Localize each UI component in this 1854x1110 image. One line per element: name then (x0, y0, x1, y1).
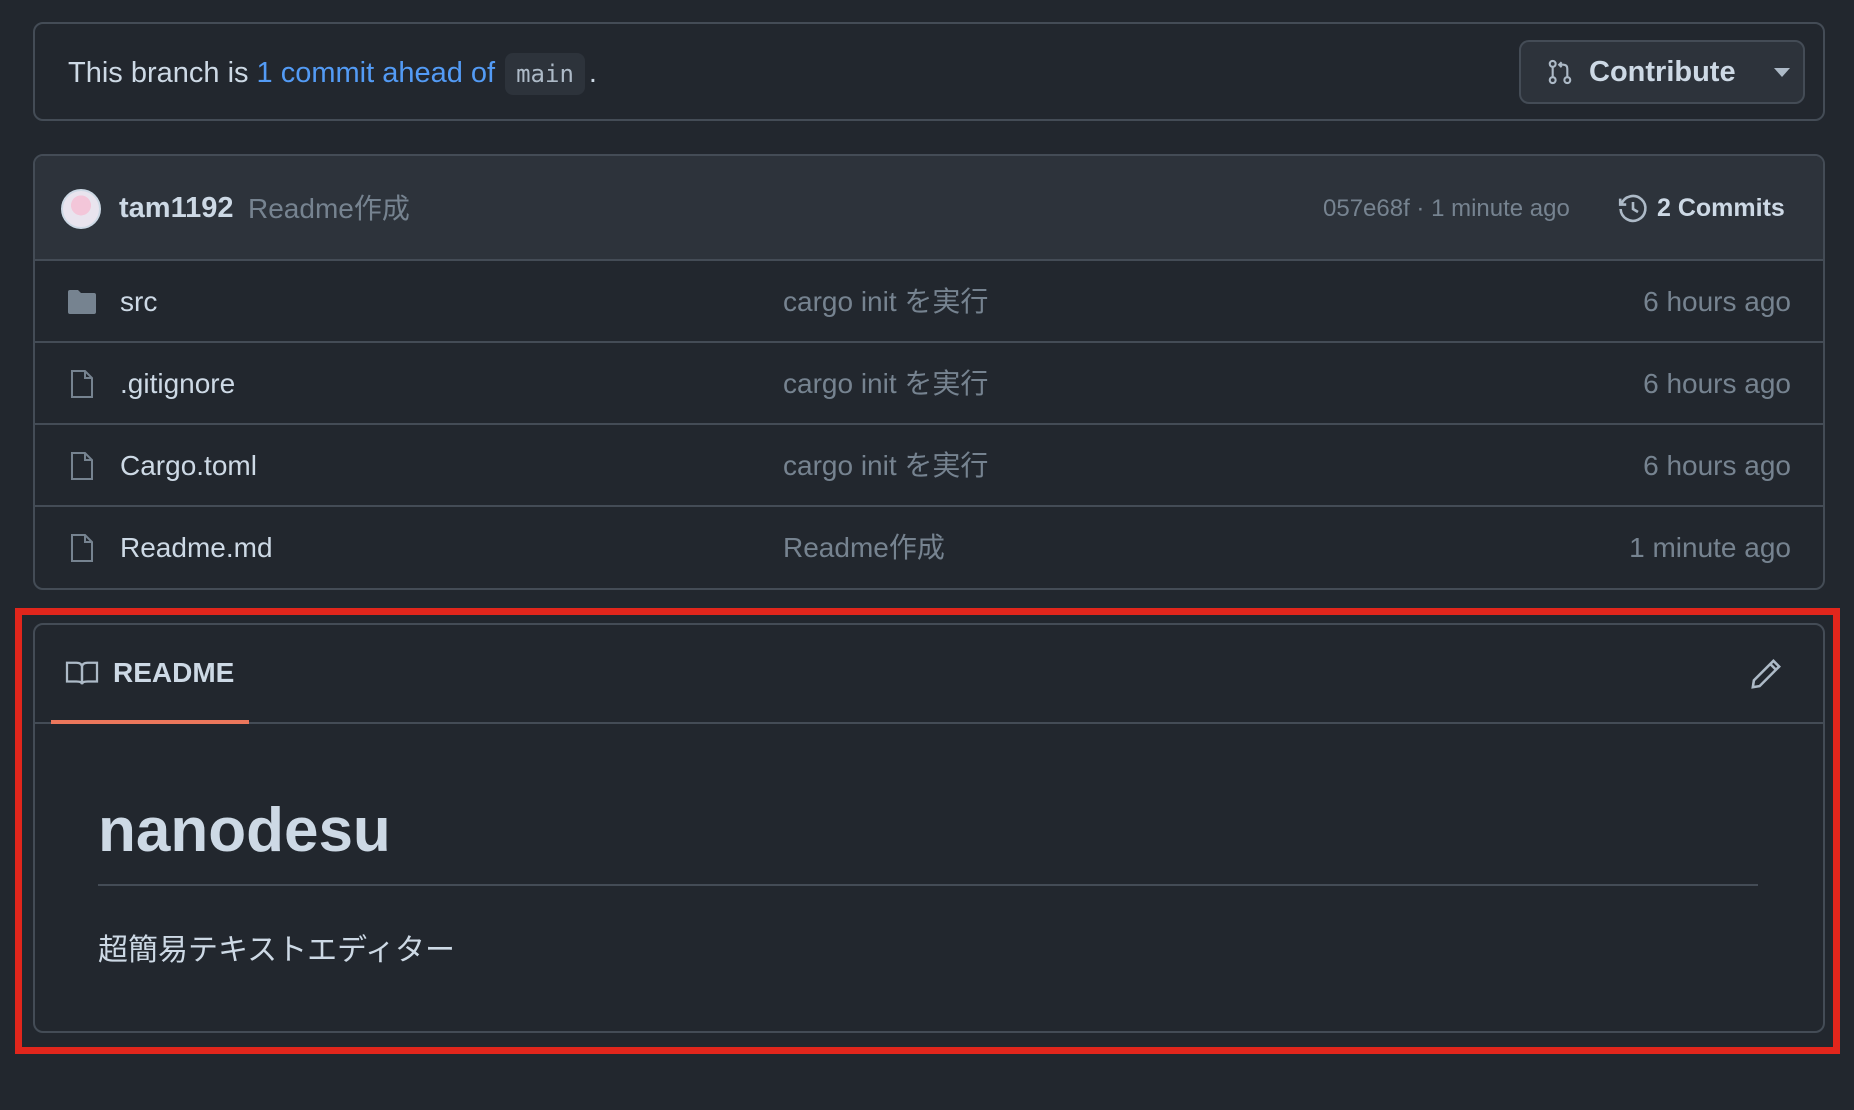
branch-status-prefix: This branch is (68, 57, 249, 89)
file-icon (71, 534, 93, 562)
folder-icon (68, 290, 96, 314)
base-branch-name: main (505, 52, 585, 95)
latest-commit-header: tam1192 Readme作成 057e68f · 1 minute ago … (35, 156, 1823, 261)
highlight-frame (15, 608, 1840, 1054)
file-row-readme[interactable]: Readme.md Readme作成 1 minute ago (35, 507, 1823, 588)
file-icon (71, 370, 93, 398)
file-updated-time: 6 hours ago (1643, 286, 1791, 317)
file-row-src[interactable]: src cargo init を実行 6 hours ago (35, 261, 1823, 343)
branch-status-message: This branch is 1 commit ahead of main . (68, 24, 597, 123)
file-name[interactable]: Readme.md (120, 507, 273, 588)
file-list: tam1192 Readme作成 057e68f · 1 minute ago … (33, 154, 1825, 590)
commit-author[interactable]: tam1192 (119, 156, 234, 261)
file-row-gitignore[interactable]: .gitignore cargo init を実行 6 hours ago (35, 343, 1823, 425)
avatar[interactable] (61, 189, 101, 229)
contribute-label: Contribute (1589, 55, 1736, 88)
branch-status-banner: This branch is 1 commit ahead of main . … (33, 22, 1825, 121)
branch-status-suffix: . (588, 57, 597, 89)
file-updated-time: 6 hours ago (1643, 450, 1791, 481)
file-commit-message[interactable]: cargo init を実行 (783, 261, 988, 343)
contribute-button[interactable]: Contribute (1519, 40, 1805, 104)
commit-hash-time[interactable]: 057e68f · 1 minute ago (1323, 156, 1570, 261)
file-name[interactable]: .gitignore (120, 343, 235, 425)
file-icon (71, 452, 93, 480)
file-name[interactable]: src (120, 261, 157, 343)
history-icon (1618, 194, 1647, 222)
file-updated-time: 1 minute ago (1629, 532, 1791, 563)
file-name[interactable]: Cargo.toml (120, 425, 257, 507)
pull-request-icon (1548, 59, 1572, 85)
commit-history-link[interactable]: 2 Commits (1617, 156, 1785, 261)
file-commit-message[interactable]: Readme作成 (783, 507, 945, 588)
file-commit-message[interactable]: cargo init を実行 (783, 343, 988, 425)
latest-commit-message[interactable]: Readme作成 (248, 156, 410, 261)
chevron-down-icon (1773, 67, 1790, 77)
file-row-cargo-toml[interactable]: Cargo.toml cargo init を実行 6 hours ago (35, 425, 1823, 507)
file-commit-message[interactable]: cargo init を実行 (783, 425, 988, 507)
commits-count: 2 Commits (1657, 194, 1785, 222)
ahead-commits-link[interactable]: 1 commit ahead of (257, 57, 496, 90)
file-updated-time: 6 hours ago (1643, 368, 1791, 399)
